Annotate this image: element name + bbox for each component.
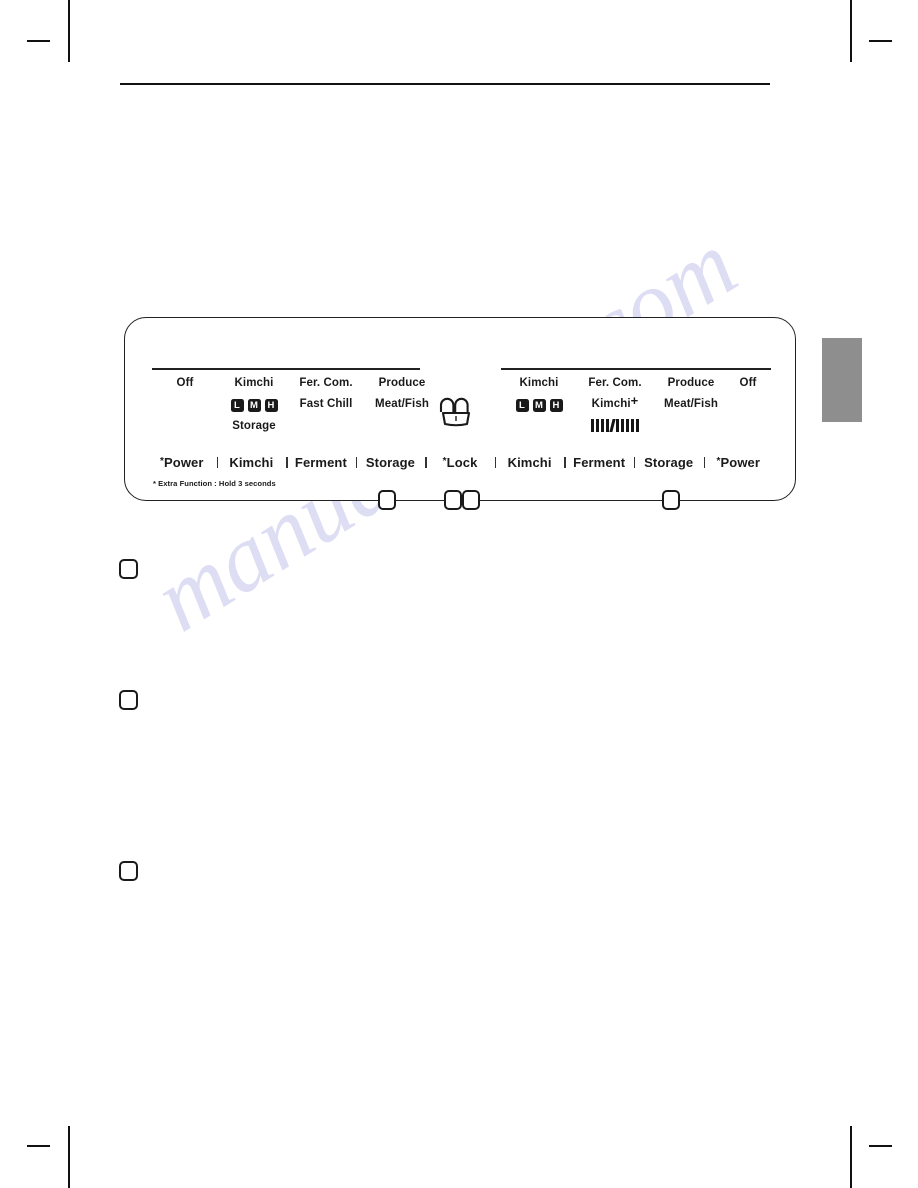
- right-display-off-label: Off: [739, 377, 757, 389]
- ferment-bar-indicator: [575, 419, 655, 432]
- crop-mark-top-left-vertical: [68, 0, 70, 62]
- button-power-right[interactable]: *Power: [703, 454, 774, 470]
- extra-function-footnote: * Extra Function : Hold 3 seconds: [153, 479, 276, 488]
- crop-mark-bottom-right-horizontal: [869, 1145, 892, 1147]
- button-ferment-left[interactable]: Ferment: [286, 455, 356, 470]
- left-display-fast-chill-label: Fast Chill: [299, 397, 353, 410]
- padlock-icon: [437, 392, 481, 434]
- left-display-produce-label: Produce: [378, 377, 426, 389]
- level-chip-mid: M: [532, 398, 546, 412]
- bar-segment: [636, 419, 639, 432]
- kimchi-plus-text: Kimchi: [591, 397, 631, 410]
- crop-mark-bottom-left-horizontal: [27, 1145, 50, 1147]
- step-marker-box-1: [119, 559, 138, 579]
- callout-marker-box[interactable]: [462, 490, 480, 510]
- left-display-rule: [152, 368, 420, 370]
- level-chip-low: L: [230, 398, 244, 412]
- button-ferment-right[interactable]: Ferment: [564, 455, 634, 470]
- button-kimchi-left[interactable]: Kimchi: [216, 454, 287, 470]
- left-display-off-label: Off: [176, 377, 194, 389]
- button-bar: *Power Kimchi Ferment Storage *Lock Kimc…: [147, 449, 773, 475]
- bar-segment: [626, 419, 629, 432]
- right-display-fer-com-label: Fer. Com.: [588, 377, 642, 389]
- button-storage-left[interactable]: Storage: [355, 454, 426, 470]
- crop-mark-bottom-right-vertical: [850, 1126, 852, 1188]
- bar-segment: [621, 419, 624, 432]
- section-side-tab: [822, 338, 862, 422]
- left-display-meat-fish-label: Meat/Fish: [375, 397, 429, 410]
- left-display-produce: Produce Meat/Fish: [363, 377, 441, 410]
- callout-marker-box[interactable]: [662, 490, 680, 510]
- button-label: Storage: [644, 454, 694, 470]
- left-display-storage-label: Storage: [232, 419, 276, 432]
- crop-mark-top-left-horizontal: [27, 40, 50, 42]
- left-display-off: Off: [157, 377, 213, 390]
- crop-mark-top-right-vertical: [850, 0, 852, 62]
- level-chip-mid: M: [247, 398, 261, 412]
- right-display-level-chips: L M H: [506, 398, 572, 412]
- header-rule: [120, 83, 770, 85]
- bar-segment: [616, 419, 619, 432]
- bar-segment: [606, 419, 609, 432]
- left-display-level-chips: L M H: [221, 398, 287, 412]
- step-marker-box-2: [119, 690, 138, 710]
- right-display-rule: [501, 368, 771, 370]
- bar-segment-active: [609, 419, 616, 432]
- right-display-kimchi-plus-label: Kimchi+: [575, 394, 655, 411]
- button-power-left[interactable]: *Power: [147, 455, 217, 470]
- button-lock[interactable]: *Lock: [425, 455, 495, 470]
- bar-segment: [631, 419, 634, 432]
- button-label: Ferment: [294, 454, 347, 470]
- level-chip-low: L: [515, 398, 529, 412]
- right-display-produce-label: Produce: [667, 377, 715, 389]
- button-label: Power: [164, 454, 204, 470]
- button-label: Kimchi: [507, 454, 552, 470]
- right-display-produce: Produce Meat/Fish: [651, 377, 731, 410]
- button-label: Storage: [365, 454, 416, 470]
- level-chip-high: H: [549, 398, 563, 412]
- bar-segment: [591, 419, 594, 432]
- left-display-fer-com: Fer. Com. Fast Chill: [289, 377, 363, 410]
- bar-segment: [596, 419, 599, 432]
- right-display-fer-com: Fer. Com. Kimchi+: [575, 377, 655, 432]
- button-label: Lock: [446, 454, 478, 470]
- button-label: Ferment: [573, 454, 626, 470]
- plus-superscript-icon: +: [630, 392, 639, 408]
- button-kimchi-right[interactable]: Kimchi: [494, 454, 565, 470]
- crop-mark-top-right-horizontal: [869, 40, 892, 42]
- left-display-kimchi: Kimchi L M H Storage: [221, 377, 287, 432]
- right-display-kimchi-label: Kimchi: [519, 377, 559, 389]
- button-label: Power: [720, 454, 761, 470]
- button-label: Kimchi: [229, 454, 274, 470]
- level-chip-high: H: [264, 398, 278, 412]
- callout-marker-box[interactable]: [378, 490, 396, 510]
- left-display-kimchi-label: Kimchi: [234, 377, 274, 389]
- right-display-meat-fish-label: Meat/Fish: [664, 397, 718, 410]
- left-display-fer-com-label: Fer. Com.: [299, 377, 353, 389]
- right-display-off: Off: [721, 377, 775, 390]
- step-marker-box-3: [119, 861, 138, 881]
- button-storage-right[interactable]: Storage: [633, 454, 704, 470]
- callout-marker-box[interactable]: [444, 490, 462, 510]
- right-display-kimchi: Kimchi L M H: [506, 377, 572, 421]
- crop-mark-bottom-left-vertical: [68, 1126, 70, 1188]
- bar-segment: [601, 419, 604, 432]
